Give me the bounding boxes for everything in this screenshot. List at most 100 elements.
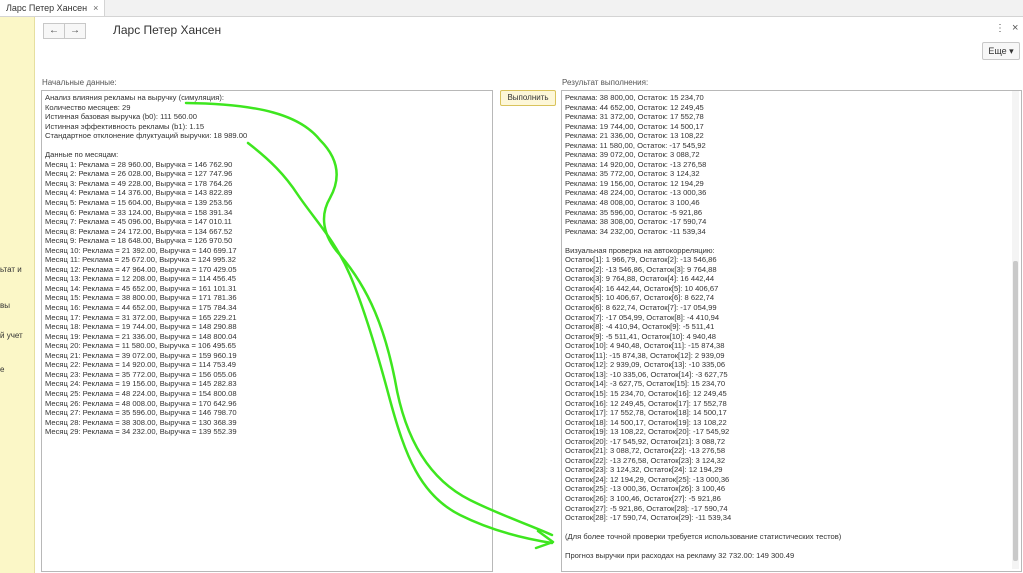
tab-close-icon[interactable]: ×	[93, 3, 98, 13]
text-line: Реклама: 34 232,00, Остаток: -11 539,34	[565, 226, 706, 236]
close-form-icon[interactable]: ×	[1012, 22, 1018, 34]
text-line: Истинная базовая выручка (b0): 111 560.0…	[45, 112, 197, 122]
text-line: Остаток[18]: 14 500,17, Остаток[19]: 13 …	[565, 417, 727, 427]
text-line: Месяц 1: Реклама = 28 960.00, Выручка = …	[45, 159, 233, 169]
text-line: Остаток[3]: 9 764,88, Остаток[4]: 16 442…	[565, 274, 715, 284]
run-button[interactable]: Выполнить	[500, 90, 556, 106]
text-line: Остаток[1]: 1 966,79, Остаток[2]: -13 54…	[565, 255, 717, 265]
text-line: Реклама: 39 072,00, Остаток: 3 088,72	[565, 150, 700, 160]
text-line: Количество месяцев: 29	[45, 102, 131, 112]
text-line: Визуальная проверка на автокорреляцию:	[565, 245, 715, 255]
text-line: Остаток[26]: 3 100,46, Остаток[27]: -5 9…	[565, 493, 721, 503]
text-line: Месяц 7: Реклама = 45 096.00, Выручка = …	[45, 217, 232, 227]
text-line: Месяц 20: Реклама = 11 580.00, Выручка =…	[45, 341, 237, 351]
text-line: Стандартное отклонение флуктуаций выручк…	[45, 131, 248, 141]
text-line: Реклама: 21 336,00, Остаток: 13 108,22	[565, 131, 704, 141]
initial-data-field[interactable]: Анализ влияния рекламы на выручку (симул…	[41, 90, 493, 572]
text-line: Остаток[14]: -3 627,75, Остаток[15]: 15 …	[565, 379, 726, 389]
text-line: Месяц 27: Реклама = 35 596.00, Выручка =…	[45, 408, 237, 418]
text-line: Остаток[13]: -10 335,06, Остаток[14]: -3…	[565, 369, 728, 379]
text-line: Месяц 12: Реклама = 47 964.00, Выручка =…	[45, 264, 237, 274]
text-line: Остаток[24]: 12 194,29, Остаток[25]: -13…	[565, 474, 730, 484]
tab-title: Ларс Петер Хансен	[6, 3, 88, 13]
text-line: Остаток[2]: -13 546,86, Остаток[3]: 9 76…	[565, 264, 717, 274]
text-line: Реклама: 38 800,00, Остаток: 15 234,70	[565, 93, 704, 102]
text-line: Остаток[21]: 3 088,72, Остаток[22]: -13 …	[565, 446, 726, 456]
sidebar-item-3[interactable]: й учет	[0, 331, 23, 340]
sidebar-item-4[interactable]: е	[0, 365, 4, 374]
text-line	[565, 523, 1018, 533]
text-line: Остаток[7]: -17 054,99, Остаток[8]: -4 4…	[565, 312, 720, 322]
text-line: Остаток[23]: 3 124,32, Остаток[24]: 12 1…	[565, 465, 723, 475]
text-line: Реклама: 48 008,00, Остаток: 3 100,46	[565, 198, 700, 208]
text-line: Реклама: 14 920,00, Остаток: -13 276,58	[565, 159, 707, 169]
text-line: Реклама: 11 580,00, Остаток: -17 545,92	[565, 140, 706, 150]
sidebar-item-1[interactable]: ьтат и	[0, 265, 22, 274]
text-line: Месяц 10: Реклама = 21 392.00, Выручка =…	[45, 245, 237, 255]
text-line: Месяц 18: Реклама = 19 744.00, Выручка =…	[45, 322, 237, 332]
text-line	[565, 542, 1018, 552]
text-line: Месяц 25: Реклама = 48 224.00, Выручка =…	[45, 388, 237, 398]
text-line: Месяц 19: Реклама = 21 336.00, Выручка =…	[45, 331, 237, 341]
forward-button[interactable]: →	[64, 23, 86, 39]
result-field[interactable]: Реклама: 38 800,00, Остаток: 15 234,70 Ре…	[561, 90, 1022, 572]
text-line: Данные по месяцам:	[45, 150, 119, 160]
form-area: ← → Ларс Петер Хансен ⋮ × Еще ▾ Начальны…	[35, 17, 1023, 573]
text-line: Реклама: 35 596,00, Остаток: -5 921,86	[565, 207, 703, 217]
text-line: Остаток[27]: -5 921,86, Остаток[28]: -17…	[565, 503, 728, 513]
text-line: Месяц 3: Реклама = 49 228.00, Выручка = …	[45, 178, 233, 188]
text-line: Месяц 17: Реклама = 31 372.00, Выручка =…	[45, 312, 237, 322]
text-line: Месяц 22: Реклама = 14 920.00, Выручка =…	[45, 360, 237, 370]
text-line: Месяц 6: Реклама = 33 124.00, Выручка = …	[45, 207, 233, 217]
text-line: Месяц 5: Реклама = 15 604.00, Выручка = …	[45, 198, 233, 208]
text-line: Месяц 2: Реклама = 26 028.00, Выручка = …	[45, 169, 233, 179]
text-line: Реклама: 19 156,00, Остаток: 12 194,29	[565, 178, 704, 188]
text-line: Месяц 29: Реклама = 34 232.00, Выручка =…	[45, 427, 237, 437]
text-line: Остаток[15]: 15 234,70, Остаток[16]: 12 …	[565, 388, 727, 398]
text-line: Реклама: 48 224,00, Остаток: -13 000,36	[565, 188, 707, 198]
sidebar-item-2[interactable]: вы	[0, 301, 10, 310]
text-line: Месяц 14: Реклама = 45 652.00, Выручка =…	[45, 283, 237, 293]
text-line: Месяц 23: Реклама = 35 772.00, Выручка =…	[45, 369, 237, 379]
text-line: Реклама: 44 652,00, Остаток: 12 249,45	[565, 102, 704, 112]
page-title: Ларс Петер Хансен	[113, 23, 222, 37]
result-scrollbar[interactable]	[1012, 91, 1019, 569]
result-text: Реклама: 38 800,00, Остаток: 15 234,70 Ре…	[562, 91, 1021, 571]
more-button[interactable]: Еще ▾	[982, 42, 1020, 60]
back-button[interactable]: ←	[43, 23, 65, 39]
text-line: Остаток[9]: -5 511,41, Остаток[10]: 4 94…	[565, 331, 717, 341]
text-line: Остаток[20]: -17 545,92, Остаток[21]: 3 …	[565, 436, 726, 446]
text-line: Остаток[5]: 10 406,67, Остаток[6]: 8 622…	[565, 293, 715, 303]
text-line: Месяц 24: Реклама = 19 156.00, Выручка =…	[45, 379, 237, 389]
initial-data-text: Анализ влияния рекламы на выручку (симул…	[42, 91, 492, 439]
text-line: Месяц 15: Реклама = 38 800.00, Выручка =…	[45, 293, 237, 303]
text-line: . .	[565, 570, 1018, 571]
text-line	[565, 561, 1018, 571]
text-line: Остаток[25]: -13 000,36, Остаток[26]: 3 …	[565, 484, 726, 494]
text-line: Анализ влияния рекламы на выручку (симул…	[45, 93, 224, 102]
text-line	[45, 141, 489, 151]
text-line: Остаток[4]: 16 442,44, Остаток[5]: 10 40…	[565, 283, 719, 293]
text-line: Месяц 9: Реклама = 18 648.00, Выручка = …	[45, 236, 233, 246]
text-line: Месяц 13: Реклама = 12 208.00, Выручка =…	[45, 274, 237, 284]
text-line: Месяц 26: Реклама = 48 008.00, Выручка =…	[45, 398, 237, 408]
tab-bar: Ларс Петер Хансен ×	[0, 0, 1023, 17]
tab-lars-hansen[interactable]: Ларс Петер Хансен ×	[0, 0, 106, 16]
more-vert-icon[interactable]: ⋮	[995, 23, 1005, 34]
scrollbar-thumb[interactable]	[1013, 261, 1018, 561]
text-line: Месяц 4: Реклама = 14 376.00, Выручка = …	[45, 188, 233, 198]
text-line: Месяц 21: Реклама = 39 072.00, Выручка =…	[45, 350, 237, 360]
text-line: Остаток[28]: -17 590,74, Остаток[29]: -1…	[565, 513, 732, 523]
text-line: Остаток[6]: 8 622,74, Остаток[7]: -17 05…	[565, 303, 717, 313]
text-line	[565, 236, 1018, 246]
text-line: Остаток[12]: 2 939,09, Остаток[13]: -10 …	[565, 360, 726, 370]
text-line: Остаток[19]: 13 108,22, Остаток[20]: -17…	[565, 427, 730, 437]
initial-data-label: Начальные данные:	[42, 78, 117, 87]
result-label: Результат выполнения:	[562, 78, 649, 87]
text-line: Остаток[16]: 12 249,45, Остаток[17]: 17 …	[565, 398, 727, 408]
text-line: Реклама: 31 372,00, Остаток: 17 552,78	[565, 112, 704, 122]
text-line: Месяц 11: Реклама = 25 672.00, Выручка =…	[45, 255, 237, 265]
text-line: Прогноз выручки при расходах на рекламу …	[565, 551, 795, 561]
text-line: Реклама: 38 308,00, Остаток: -17 590,74	[565, 217, 707, 227]
text-line: Реклама: 19 744,00, Остаток: 14 500,17	[565, 121, 704, 131]
